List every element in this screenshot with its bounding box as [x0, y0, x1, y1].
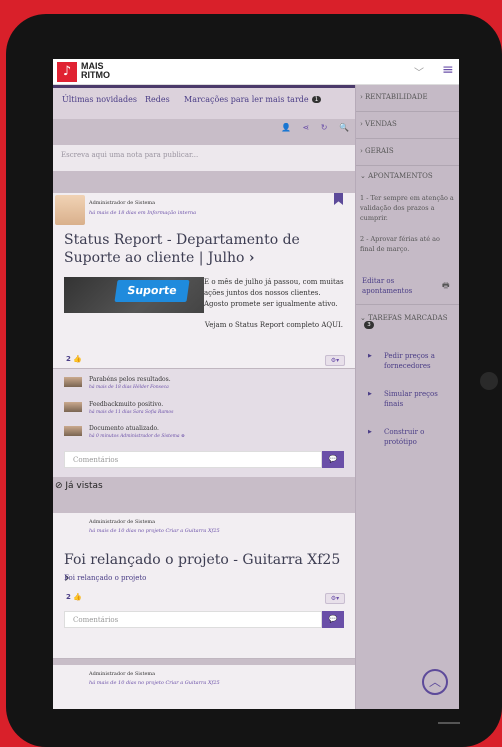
comment-text: Parabéns pelos resultados.	[89, 376, 171, 383]
comment-meta: há 0 minutos Administrador de Sistema ⊗	[89, 434, 185, 439]
feed-tabs: Últimas novidades Redes Marcações para l…	[53, 85, 355, 119]
app-screen: ♪ MAIS RITMO ﹀ ≡ Últimas novidades Redes…	[53, 59, 459, 709]
bookmark-icon[interactable]	[334, 193, 343, 205]
sidebar-section-gerais[interactable]: › GERAIS	[356, 139, 459, 166]
brand-line-2: RITMO	[81, 70, 110, 80]
feed-column: Últimas novidades Redes Marcações para l…	[53, 85, 355, 709]
comment-text: Documento atualizado.	[89, 425, 159, 432]
tab-bar-accent	[53, 85, 355, 88]
post-author[interactable]: Administrador de Sistema	[89, 200, 155, 206]
tab-redes[interactable]: Redes	[145, 95, 170, 104]
send-comment-button[interactable]: 💬	[322, 451, 344, 468]
post-card: Administrador de Sistema há mais de 10 d…	[53, 513, 355, 659]
tab-label: Redes	[145, 95, 170, 104]
comment-meta: há mais de 11 dias Sara Sofia Ramos	[89, 410, 174, 415]
tablet-button	[480, 372, 498, 390]
post-meta: há mais de 10 dias no projeto Criar a Gu…	[89, 680, 220, 686]
logo-icon[interactable]: ♪	[57, 62, 77, 82]
tasks-count-badge: 3	[364, 321, 374, 329]
sidebar-section-rentabilidade[interactable]: › RENTABILIDADE	[356, 85, 459, 112]
comment-meta: há mais de 18 dias Hélder Fonseca	[89, 385, 169, 390]
tab-badge: 1	[311, 96, 322, 103]
tab-label: Marcações para ler mais tarde	[184, 95, 309, 104]
comment-text: Feedbackmuito positivo.	[89, 401, 164, 408]
avatar	[64, 402, 82, 412]
right-sidebar: › RENTABILIDADE › VENDAS › GERAIS ⌄ APON…	[355, 85, 459, 709]
play-icon: ▶	[368, 429, 372, 435]
post-meta: há mais de 10 dias no projeto Criar a Gu…	[89, 528, 220, 534]
post-card: Administrador de Sistema há mais de 18 d…	[53, 193, 355, 369]
post-author[interactable]: Administrador de Sistema	[89, 519, 155, 525]
post-body: E o mês de julho já passou, com muitas a…	[204, 278, 344, 308]
avatar	[64, 377, 82, 387]
post-title-text: Foi relançado o projeto - Guitarra Xf25	[64, 552, 341, 568]
comment-input[interactable]: Comentários	[64, 611, 322, 628]
brand-name: MAIS RITMO	[81, 62, 110, 80]
play-icon: ▶	[368, 391, 372, 397]
chevron-down-icon[interactable]: ﹀	[414, 64, 424, 79]
post-author[interactable]: Administrador de Sistema	[89, 671, 155, 677]
like-count[interactable]: 2 👍	[66, 593, 82, 601]
avatar	[64, 426, 82, 436]
home-indicator	[438, 722, 460, 724]
task-label: Construir o protótipo	[384, 428, 425, 446]
chevron-right-icon: ›	[248, 250, 255, 266]
compose-note-input[interactable]: Escreva aqui uma nota para publicar...	[53, 145, 355, 171]
sidebar-section-vendas[interactable]: › VENDAS	[356, 112, 459, 139]
tab-marcacoes[interactable]: Marcações para ler mais tarde 1	[184, 95, 322, 104]
avatar	[55, 195, 85, 225]
sidebar-section-label: ⌄ TAREFAS MARCADAS	[360, 314, 448, 322]
seen-section-heading: ⊘ Já vistas	[55, 481, 103, 491]
tab-ultimas-novidades[interactable]: Últimas novidades	[62, 95, 137, 104]
post-meta: há mais de 18 dias em Informação interna	[89, 210, 197, 216]
suporte-key-image-label: Suporte	[114, 280, 190, 302]
sidebar-section-apontamentos[interactable]: ⌄ APONTAMENTOS	[356, 166, 459, 185]
note-item: 1 - Ter sempre em atenção a validação do…	[360, 194, 454, 222]
options-gear-button[interactable]: ⚙▾	[325, 355, 345, 366]
post-title-text: Status Report - Departamento de Suporte …	[64, 232, 300, 266]
hamburger-menu-icon[interactable]: ≡	[442, 62, 454, 78]
send-comment-button[interactable]: 💬	[322, 611, 344, 628]
note-item: 2 - Aprovar férias até ao final de março…	[360, 235, 440, 253]
tab-label: Últimas novidades	[62, 95, 137, 104]
top-bar: ♪ MAIS RITMO ﹀ ≡	[53, 59, 459, 85]
post-title[interactable]: Status Report - Departamento de Suporte …	[64, 231, 348, 267]
comments-section: Parabéns pelos resultados. há mais de 18…	[53, 369, 355, 477]
print-icon[interactable]: 🖶	[442, 280, 450, 294]
play-icon: ▶	[368, 353, 372, 359]
post-subtitle-link[interactable]: Foi relançado o projeto	[64, 574, 146, 582]
options-gear-button[interactable]: ⚙▾	[325, 593, 345, 604]
post-card: Administrador de Sistema há mais de 10 d…	[53, 665, 355, 709]
task-label: Simular preços finais	[384, 390, 438, 408]
read-more-link[interactable]: Vejam o Status Report completo AQUI.	[205, 321, 343, 329]
edit-notes-link[interactable]: Editar os apontamentos	[362, 276, 432, 296]
feed-toolbar-icons[interactable]: 👤 ⋖ ↻ 🔍	[281, 123, 349, 132]
like-count[interactable]: 2 👍	[66, 355, 82, 363]
scroll-to-top-button[interactable]: ︿	[422, 669, 448, 695]
post-image: Suporte	[64, 277, 204, 313]
comment-input[interactable]: Comentários	[64, 451, 322, 468]
task-label: Pedir preços a fornecedores	[384, 352, 435, 370]
